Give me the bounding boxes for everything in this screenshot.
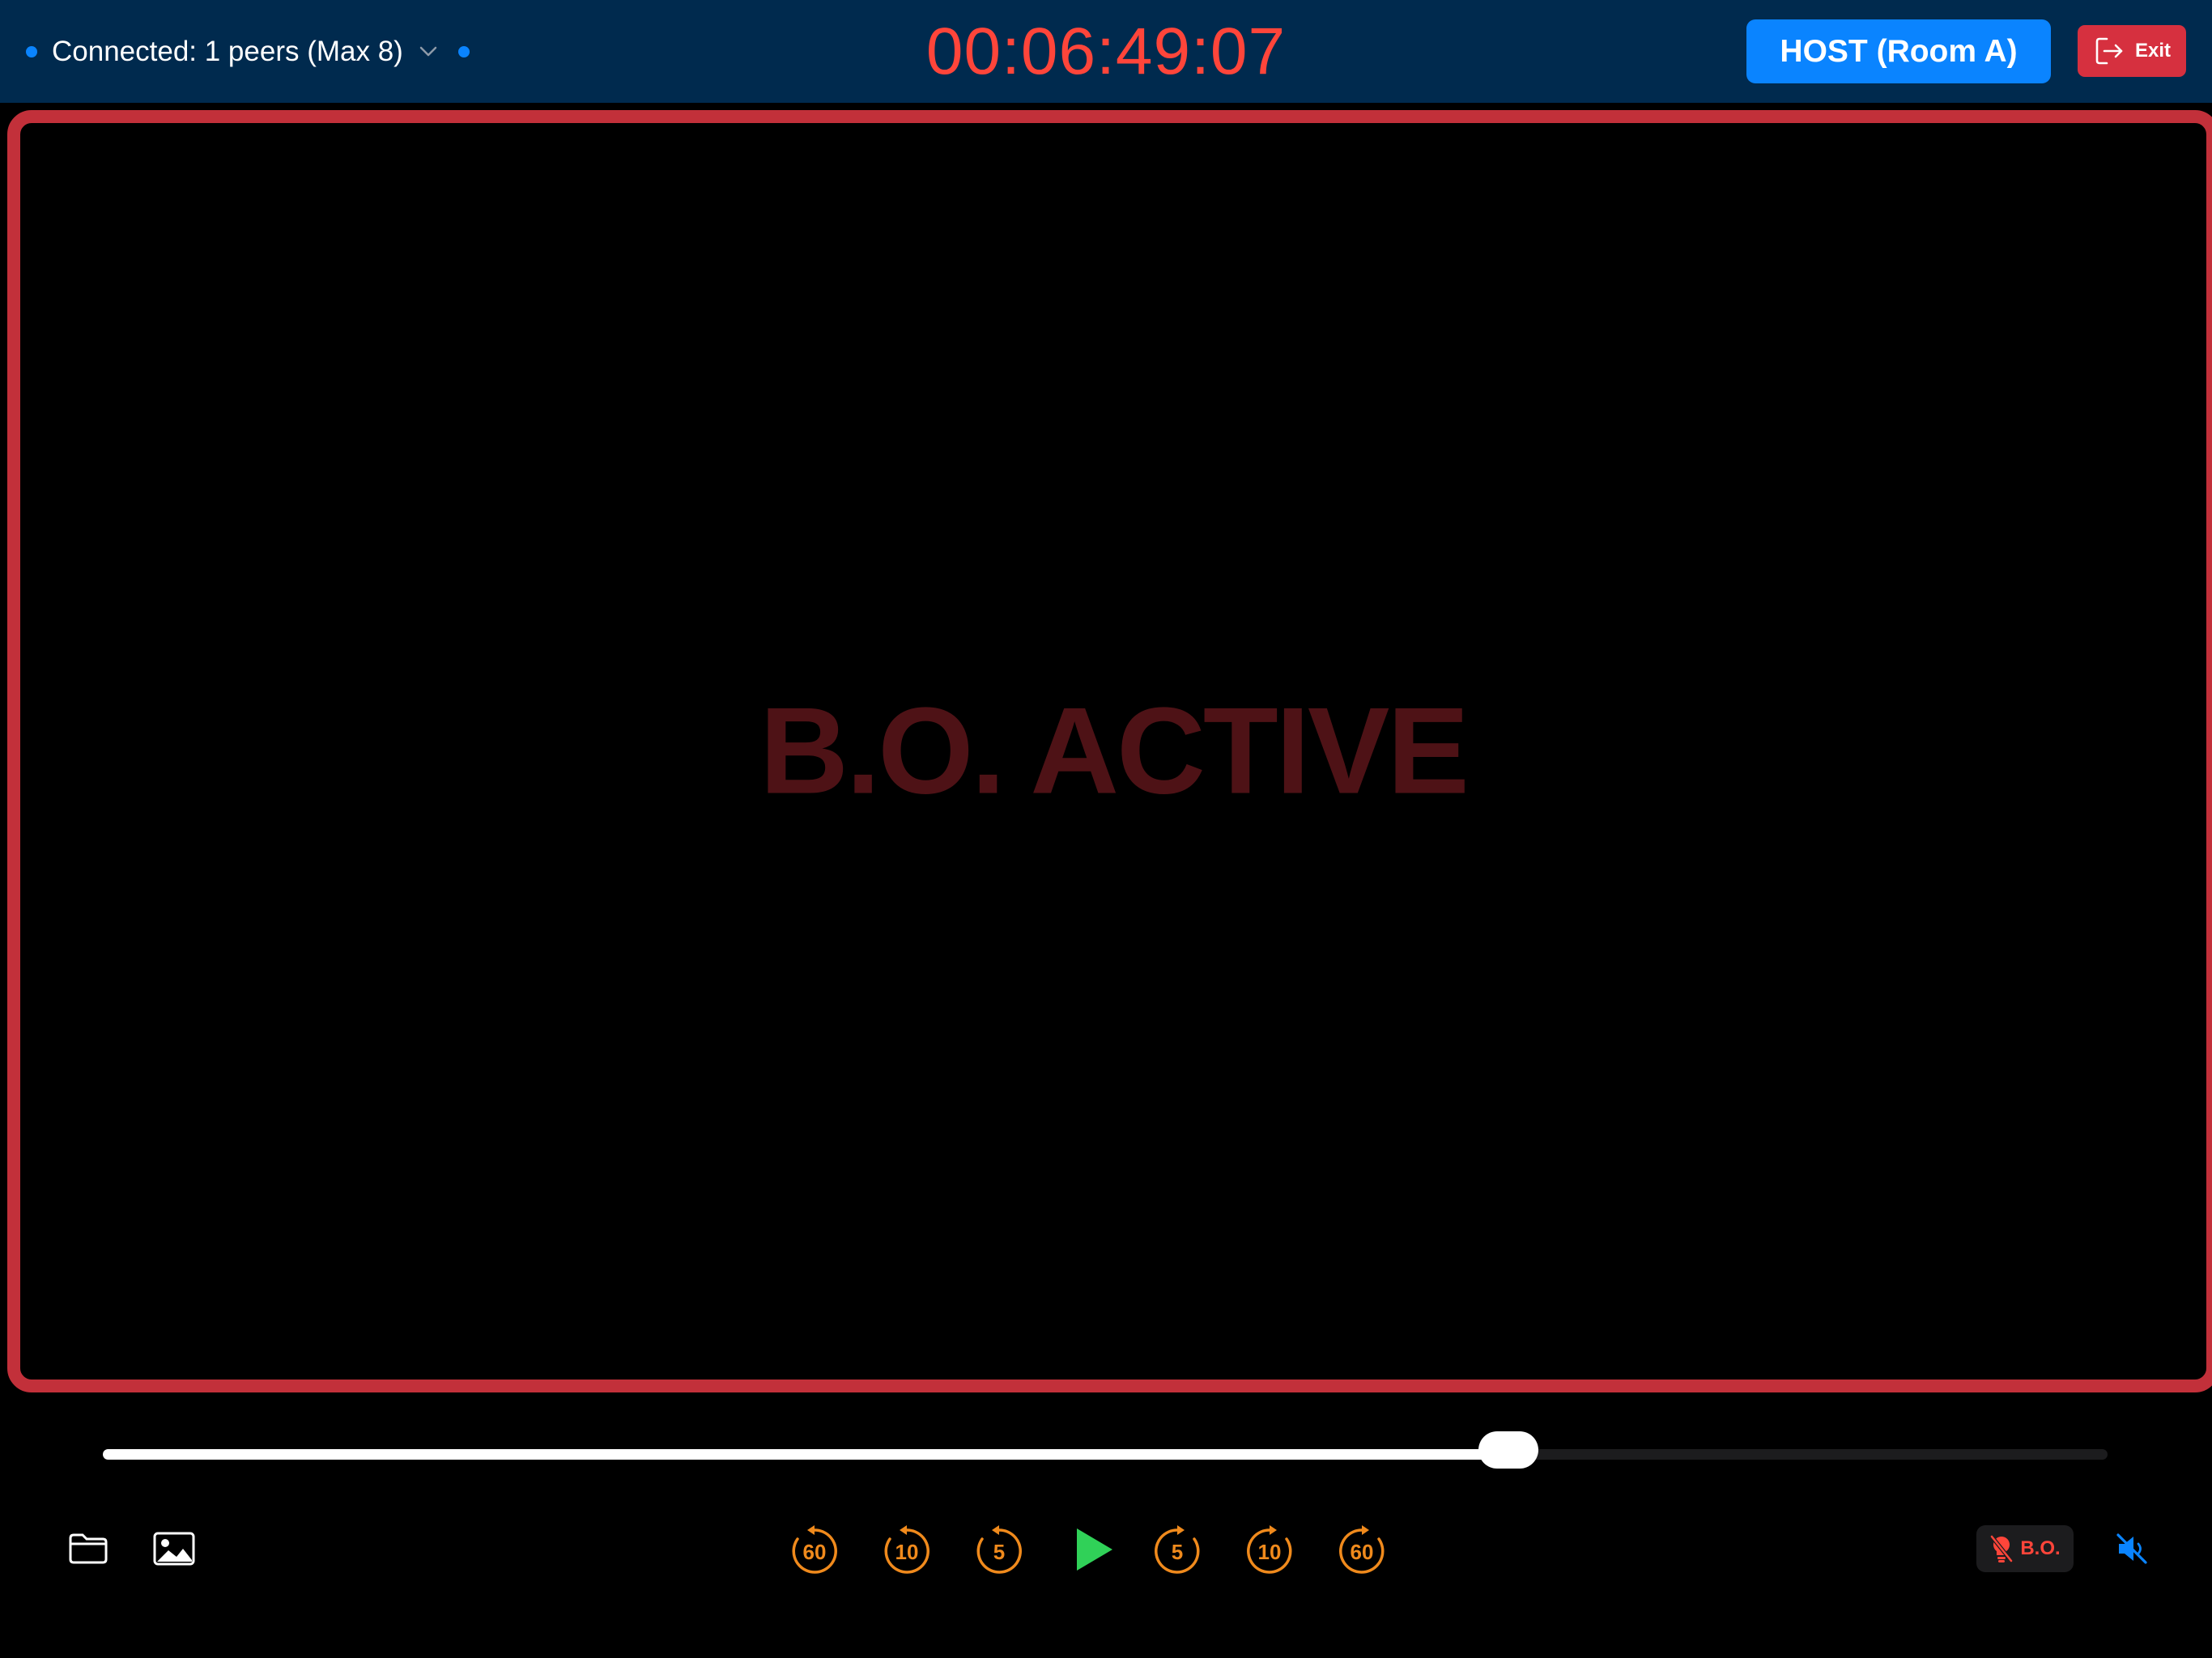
rewind-60-label: 60 xyxy=(803,1540,827,1564)
status-dot xyxy=(26,45,37,57)
image-icon[interactable] xyxy=(152,1530,196,1567)
chevron-down-icon[interactable] xyxy=(419,46,437,57)
scrubber-progress xyxy=(103,1449,1508,1460)
rewind-10-label: 10 xyxy=(895,1540,919,1564)
top-bar: Connected: 1 peers (Max 8) 00:06:49:07 H… xyxy=(0,0,2212,103)
forward-60-icon[interactable]: 60 xyxy=(1336,1524,1388,1575)
blackout-label: B.O. xyxy=(2020,1537,2061,1559)
exit-icon xyxy=(2095,37,2123,65)
connection-status-text: Connected: 1 peers (Max 8) xyxy=(52,35,403,67)
folder-icon[interactable] xyxy=(66,1530,110,1567)
exit-label: Exit xyxy=(2134,40,2171,62)
sync-indicator-dot xyxy=(457,45,470,57)
host-room-button[interactable]: HOST (Room A) xyxy=(1746,19,2051,83)
forward-5-icon[interactable]: 5 xyxy=(1151,1524,1203,1575)
exit-button[interactable]: Exit xyxy=(2078,25,2186,77)
lightbulb-slash-icon xyxy=(1990,1535,2014,1562)
blackout-overlay-text: B.O. ACTIVE xyxy=(759,682,1469,820)
rewind-5-icon[interactable]: 5 xyxy=(973,1524,1025,1575)
forward-10-label: 10 xyxy=(1258,1540,1282,1564)
blackout-toggle-button[interactable]: B.O. xyxy=(1976,1525,2074,1572)
scrubber-thumb[interactable] xyxy=(1478,1431,1538,1469)
rewind-60-icon[interactable]: 60 xyxy=(789,1524,840,1575)
rewind-10-icon[interactable]: 10 xyxy=(881,1524,933,1575)
timeline-scrubber[interactable] xyxy=(103,1431,2108,1469)
forward-5-label: 5 xyxy=(1172,1540,1183,1564)
timecode-display: 00:06:49:07 xyxy=(925,15,1287,88)
forward-10-icon[interactable]: 10 xyxy=(1244,1524,1295,1575)
connection-status[interactable]: Connected: 1 peers (Max 8) xyxy=(26,0,470,103)
play-icon[interactable] xyxy=(1066,1524,1117,1575)
video-viewport[interactable]: B.O. ACTIVE xyxy=(7,110,2212,1392)
forward-60-label: 60 xyxy=(1351,1540,1374,1564)
rewind-5-label: 5 xyxy=(993,1540,1005,1564)
speaker-muted-icon[interactable] xyxy=(2113,1530,2150,1567)
